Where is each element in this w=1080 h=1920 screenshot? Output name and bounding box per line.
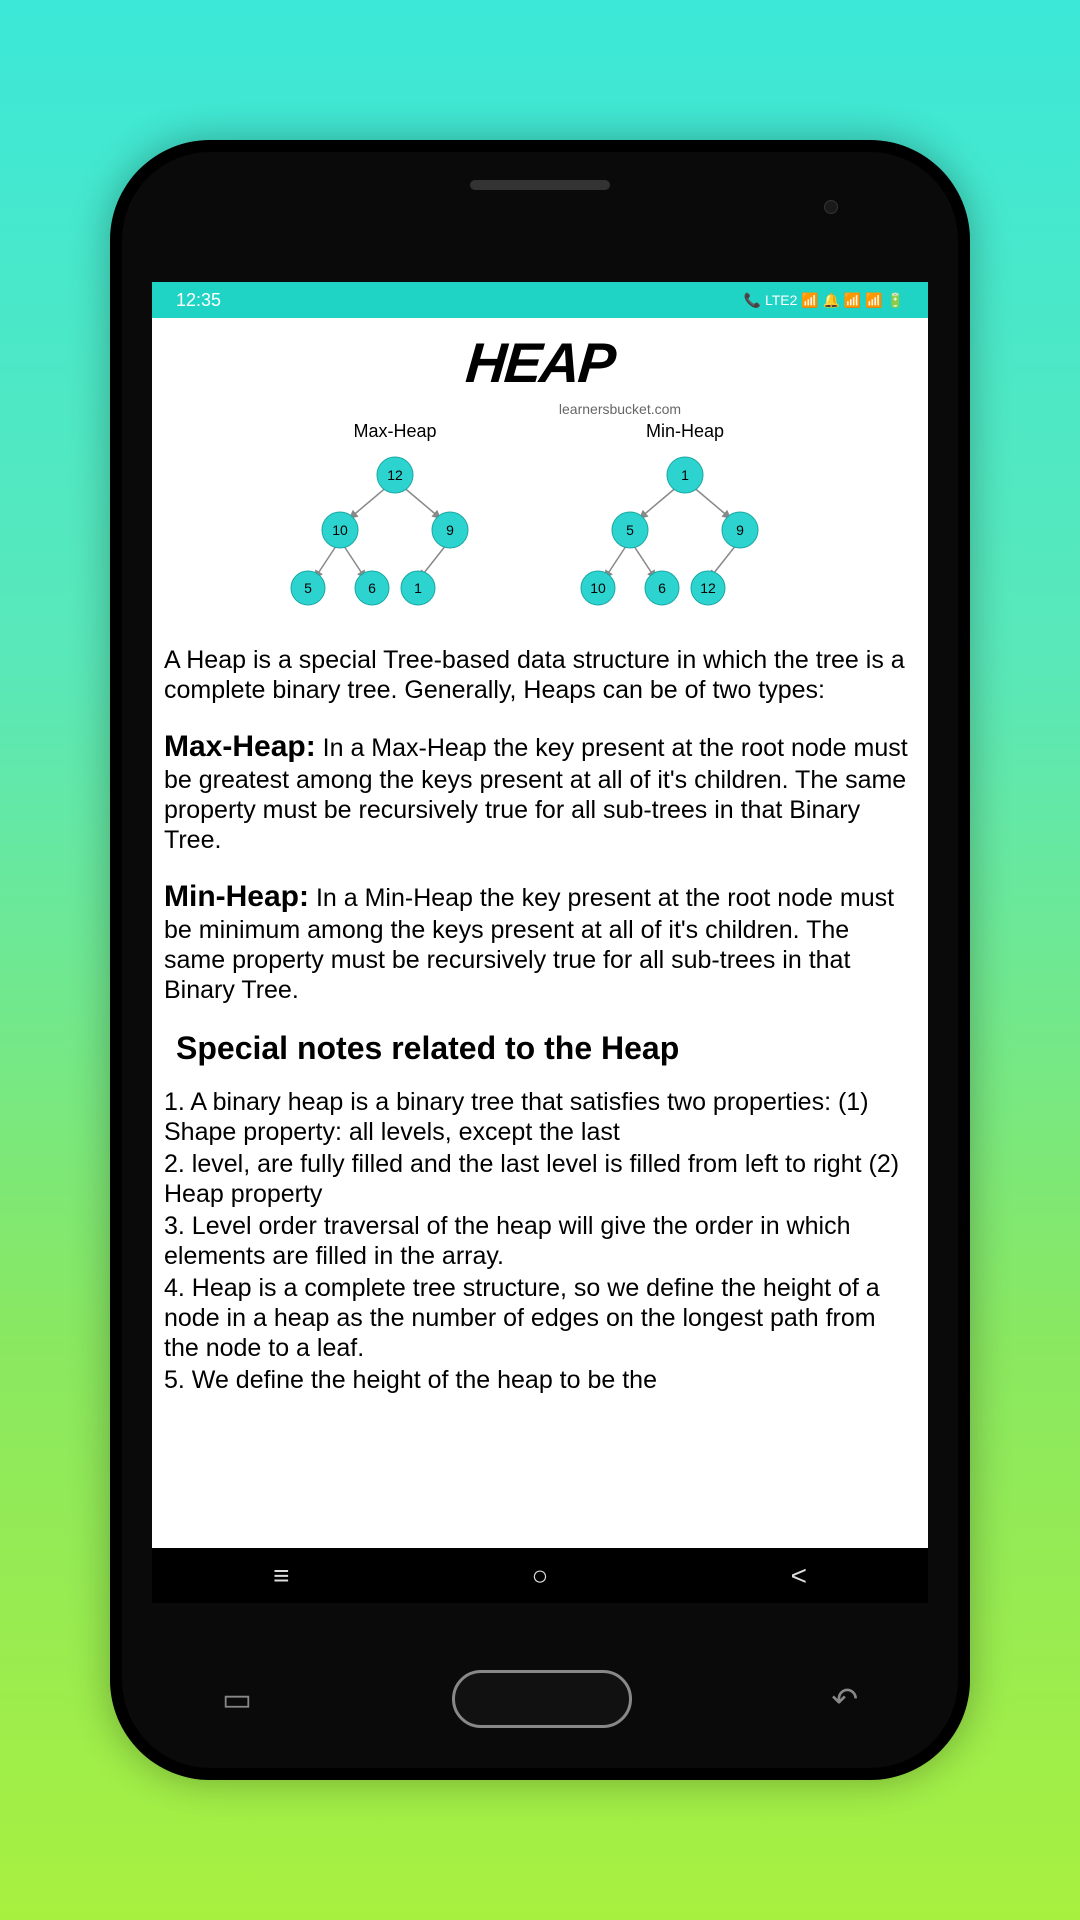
note-2: 2. level, are fully filled and the last … (164, 1149, 916, 1209)
svg-text:12: 12 (700, 580, 716, 596)
speaker-grille (470, 180, 610, 190)
svg-text:6: 6 (658, 580, 666, 596)
android-nav-bar: ≡ ○ < (152, 1548, 928, 1603)
note-3: 3. Level order traversal of the heap wil… (164, 1211, 916, 1271)
note-5: 5. We define the height of the heap to b… (164, 1365, 916, 1395)
svg-text:9: 9 (736, 522, 744, 538)
menu-icon[interactable]: ≡ (273, 1560, 289, 1592)
heap-diagrams: Max-Heap 12 10 9 5 6 1 (160, 421, 920, 615)
max-heap-diagram: Max-Heap 12 10 9 5 6 1 (280, 421, 510, 615)
svg-text:5: 5 (304, 580, 312, 596)
svg-text:1: 1 (681, 467, 689, 483)
svg-text:10: 10 (590, 580, 606, 596)
home-icon[interactable]: ○ (532, 1560, 549, 1592)
notes-list: 1. A binary heap is a binary tree that s… (164, 1087, 916, 1395)
note-4: 4. Heap is a complete tree structure, so… (164, 1273, 916, 1363)
max-heap-section: Max-Heap: In a Max-Heap the key present … (164, 729, 916, 855)
max-heap-title: Max-Heap (280, 421, 510, 442)
svg-text:5: 5 (626, 522, 634, 538)
screen: 12:35 📞 LTE2 📶 🔔 📶 📶 🔋 HEAP learnersbuck… (152, 282, 928, 1548)
status-icons: 📞 LTE2 📶 🔔 📶 📶 🔋 (744, 292, 904, 309)
recent-apps-button[interactable]: ▭ (222, 1680, 252, 1718)
notes-heading: Special notes related to the Heap (176, 1029, 916, 1067)
min-heap-label: Min-Heap: (164, 880, 309, 913)
front-camera (824, 200, 838, 214)
phone-frame: 12:35 📞 LTE2 📶 🔔 📶 📶 🔋 HEAP learnersbuck… (110, 140, 970, 1780)
body-text: A Heap is a special Tree-based data stru… (160, 645, 920, 1395)
svg-text:10: 10 (332, 522, 348, 538)
status-bar: 12:35 📞 LTE2 📶 🔔 📶 📶 🔋 (152, 282, 928, 318)
max-heap-label: Max-Heap: (164, 730, 316, 763)
back-button[interactable]: ↶ (831, 1680, 858, 1718)
hardware-buttons: ▭ ↶ (122, 1670, 958, 1728)
svg-text:1: 1 (414, 580, 422, 596)
min-heap-tree: 1 5 9 10 6 12 (570, 450, 800, 610)
page-title: HEAP (157, 330, 923, 395)
svg-text:12: 12 (387, 467, 403, 483)
svg-text:9: 9 (446, 522, 454, 538)
status-time: 12:35 (176, 290, 221, 311)
home-button[interactable] (452, 1670, 632, 1728)
note-1: 1. A binary heap is a binary tree that s… (164, 1087, 916, 1147)
intro-paragraph: A Heap is a special Tree-based data stru… (164, 645, 916, 705)
max-heap-tree: 12 10 9 5 6 1 (280, 450, 510, 610)
svg-text:6: 6 (368, 580, 376, 596)
back-icon[interactable]: < (791, 1560, 807, 1592)
phone-inner: 12:35 📞 LTE2 📶 🔔 📶 📶 🔋 HEAP learnersbuck… (122, 152, 958, 1768)
content-area[interactable]: HEAP learnersbucket.com Max-Heap 12 10 9 (152, 318, 928, 1409)
min-heap-title: Min-Heap (570, 421, 800, 442)
min-heap-diagram: Min-Heap 1 5 9 10 6 12 (570, 421, 800, 615)
attribution-text: learnersbucket.com (320, 401, 920, 417)
min-heap-section: Min-Heap: In a Min-Heap the key present … (164, 879, 916, 1005)
